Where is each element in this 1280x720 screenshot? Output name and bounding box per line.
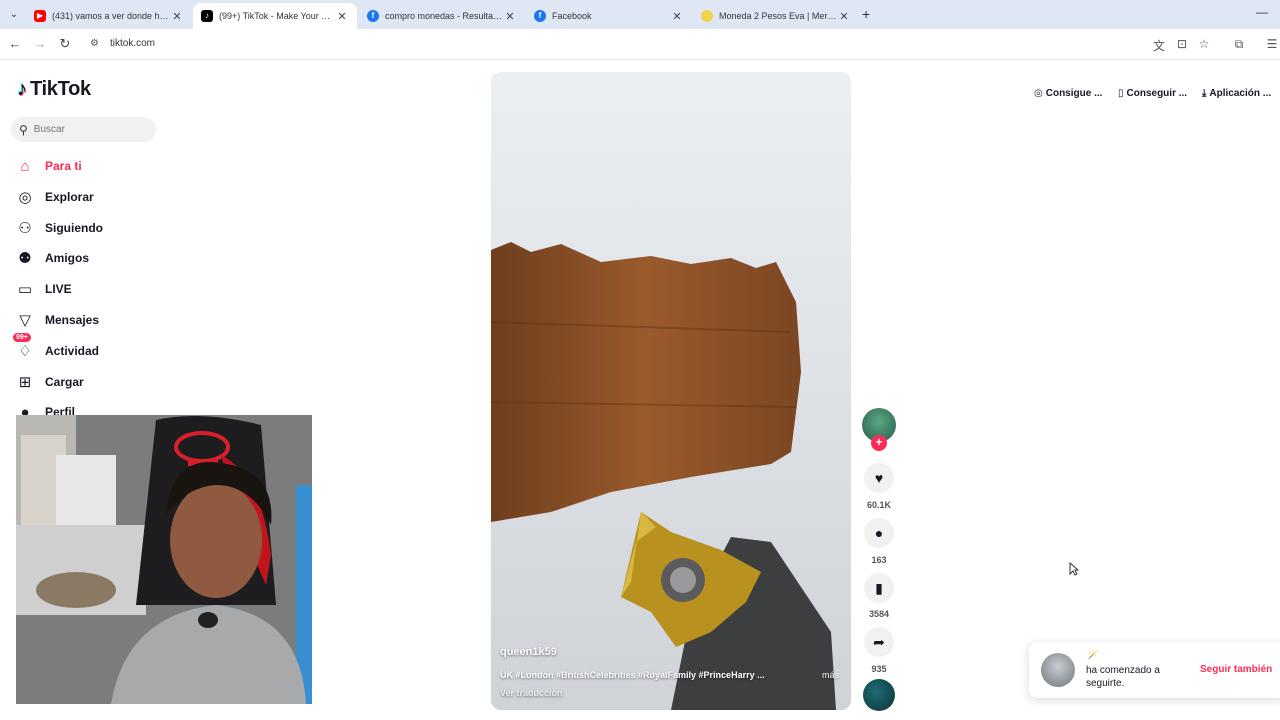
- follow-notification: 🪄 ha comenzado a seguirte. Seguir tambié…: [1029, 642, 1280, 698]
- youtube-icon: ▶: [34, 10, 46, 22]
- phone-icon: ▯: [1118, 88, 1124, 99]
- more-link[interactable]: más: [822, 670, 839, 680]
- reload-icon[interactable]: ↻: [56, 36, 74, 52]
- mouse-cursor-icon: [1069, 561, 1080, 581]
- share-count: 935: [871, 664, 887, 674]
- browser-tab-facebook[interactable]: f Facebook ✕: [526, 3, 692, 29]
- browser-tab-facebook-search[interactable]: f compro monedas - Resultados ✕: [359, 3, 525, 29]
- search-input[interactable]: [33, 124, 144, 135]
- share-arrow-icon: ➦: [873, 633, 885, 650]
- forward-icon[interactable]: →: [31, 36, 49, 51]
- share-button[interactable]: ➦: [864, 627, 894, 657]
- home-icon: ⌂: [20, 157, 30, 175]
- sidebar-item-amigos[interactable]: ⚉ Amigos: [16, 246, 89, 270]
- install-app-icon[interactable]: ⊡: [1174, 37, 1190, 51]
- notification-badge: 99+: [13, 333, 31, 342]
- video-username[interactable]: queen1k59: [500, 646, 557, 658]
- webcam-overlay: [16, 415, 312, 704]
- translate-link[interactable]: Ver traducción: [500, 688, 563, 698]
- minimize-icon[interactable]: —: [1256, 5, 1268, 19]
- sidebar-item-siguiendo[interactable]: ⚇ Siguiendo: [16, 216, 103, 240]
- video-player[interactable]: queen1k59 UK #London #BritishCelebrities…: [491, 72, 851, 710]
- facebook-icon: f: [534, 10, 546, 22]
- sidebar-item-para-ti[interactable]: ⌂ Para ti: [16, 154, 81, 178]
- get-coins-link[interactable]: ◎ Consigue ...: [1034, 88, 1102, 99]
- close-icon[interactable]: ✕: [335, 10, 349, 23]
- following-icon: ⚇: [18, 220, 32, 237]
- close-icon[interactable]: ✕: [670, 10, 684, 23]
- live-icon: ▭: [17, 281, 33, 298]
- tiktok-logo[interactable]: ♪ TikTok: [17, 78, 91, 101]
- notification-message: ha comenzado a seguirte.: [1086, 665, 1160, 689]
- friends-icon: ⚉: [18, 250, 32, 267]
- video-frame-image: [491, 72, 851, 710]
- save-count: 3584: [868, 609, 890, 619]
- search-icon[interactable]: ⚲: [19, 123, 28, 137]
- follower-avatar[interactable]: [1041, 653, 1075, 687]
- browser-toolbar: ← → ↻ ⚙ tiktok.com 文 ⊡ ☆ ⧉ ☰: [0, 29, 1280, 60]
- activity-icon: ♢: [18, 343, 32, 360]
- address-bar[interactable]: tiktok.com: [110, 38, 155, 49]
- heart-icon: ♥: [874, 470, 884, 486]
- upload-icon: ⊞: [18, 374, 32, 391]
- tab-search-icon[interactable]: ⌄: [6, 7, 22, 23]
- site-settings-icon[interactable]: ⚙: [90, 38, 99, 49]
- sidebar-item-cargar[interactable]: ⊞ Cargar: [16, 370, 84, 394]
- search-box[interactable]: ⚲: [11, 117, 156, 142]
- browser-tab-youtube[interactable]: ▶ (431) vamos a ver donde hay fa ✕: [26, 3, 192, 29]
- app-download-link[interactable]: ⤓ Aplicación ...: [1202, 88, 1271, 99]
- compass-icon: ◎: [18, 189, 32, 206]
- coin-icon: ◎: [1034, 88, 1043, 99]
- facebook-icon: f: [367, 10, 379, 22]
- close-icon[interactable]: ✕: [170, 10, 184, 23]
- tiktok-note-icon: ♪: [17, 78, 27, 100]
- back-icon[interactable]: ←: [6, 36, 24, 51]
- sidebar-item-live[interactable]: ▭ LIVE: [16, 277, 72, 301]
- new-tab-icon[interactable]: +: [862, 6, 870, 22]
- music-disc-icon[interactable]: [863, 679, 895, 711]
- sidebar-item-actividad[interactable]: ♢ 99+ Actividad: [13, 333, 99, 363]
- close-icon[interactable]: ✕: [837, 10, 851, 23]
- messages-icon: ▽: [19, 312, 31, 329]
- follow-back-button[interactable]: Seguir también: [1200, 664, 1272, 675]
- wand-icon: 🪄: [1087, 650, 1099, 660]
- video-description: UK #London #BritishCelebrities #RoyalFam…: [500, 670, 765, 680]
- get-app-link[interactable]: ▯ Conseguir ...: [1118, 88, 1187, 99]
- webcam-feed-image: [16, 415, 312, 704]
- mercadolibre-icon: [701, 10, 713, 22]
- download-icon: ⤓: [1202, 88, 1207, 99]
- comment-icon: ●: [874, 525, 884, 541]
- save-button[interactable]: ▮: [864, 573, 894, 603]
- bookmark-icon: ▮: [875, 579, 883, 596]
- browser-tab-mercadolibre[interactable]: Moneda 2 Pesos Eva | Mercado ✕: [693, 3, 859, 29]
- like-count: 60.1K: [866, 500, 892, 510]
- sidebar-icon[interactable]: ☰: [1264, 37, 1280, 51]
- comment-button[interactable]: ●: [864, 518, 894, 548]
- translate-icon[interactable]: 文: [1151, 37, 1167, 54]
- comment-count: 163: [871, 555, 887, 565]
- like-button[interactable]: ♥: [864, 463, 894, 493]
- extensions-icon[interactable]: ⧉: [1231, 37, 1247, 52]
- browser-tab-bar: ⌄ ▶ (431) vamos a ver donde hay fa ✕ ♪ (…: [0, 0, 1280, 29]
- tiktok-icon: ♪: [201, 10, 213, 22]
- close-icon[interactable]: ✕: [503, 10, 517, 23]
- follow-plus-icon[interactable]: +: [871, 435, 887, 451]
- sidebar-item-mensajes[interactable]: ▽ Mensajes: [16, 308, 99, 332]
- sidebar-item-explorar[interactable]: ◎ Explorar: [16, 185, 93, 209]
- bookmark-star-icon[interactable]: ☆: [1196, 37, 1212, 51]
- browser-tab-tiktok[interactable]: ♪ (99+) TikTok - Make Your Day ✕: [193, 3, 357, 29]
